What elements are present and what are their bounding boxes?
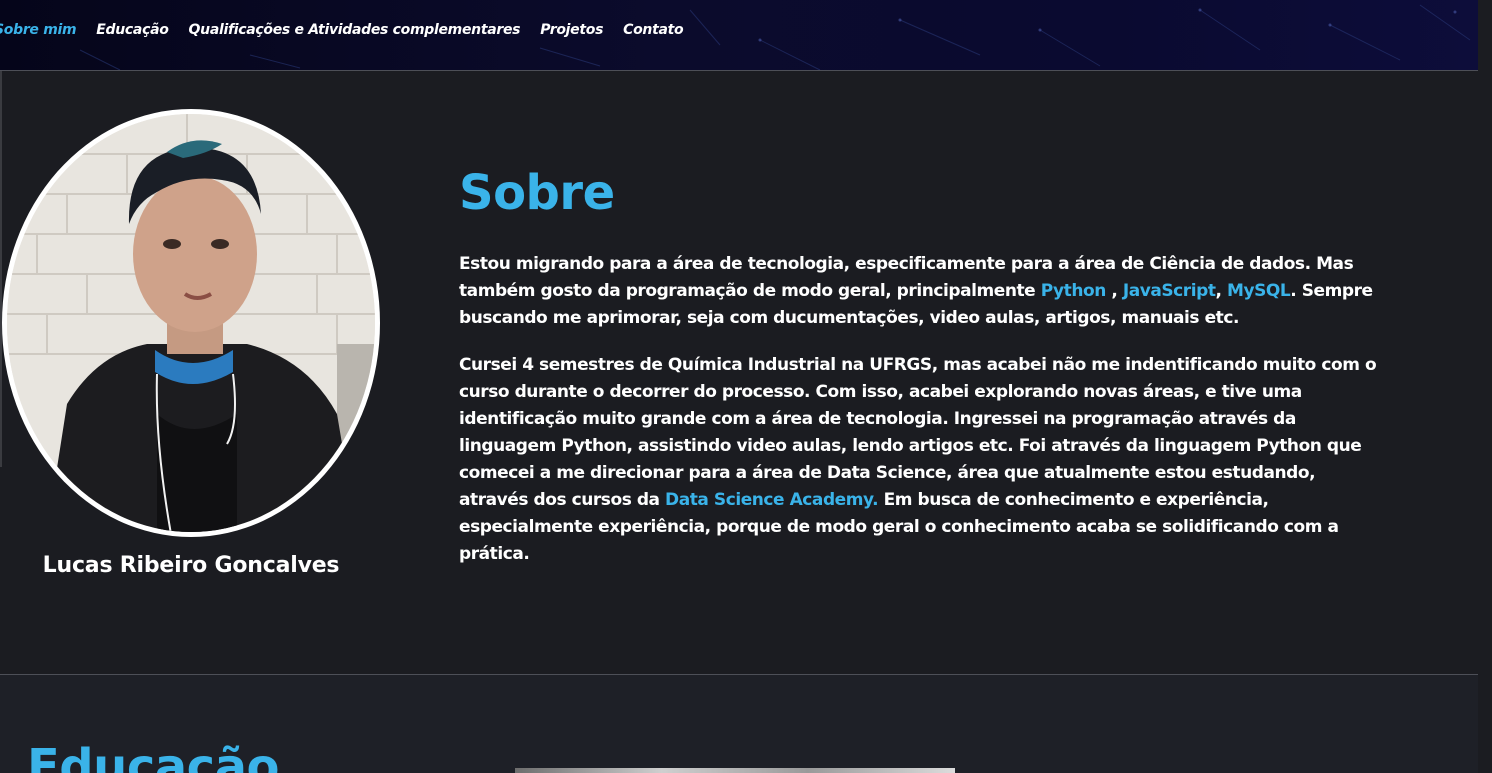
education-title: Educação bbox=[27, 739, 279, 773]
profile-photo-image bbox=[7, 114, 375, 532]
top-navbar: Sobre mim Educação Qualificações e Ativi… bbox=[0, 0, 1478, 71]
about-description: Estou migrando para a área de tecnologia… bbox=[459, 251, 1389, 588]
left-edge-divider bbox=[0, 71, 2, 467]
data-science-academy-link[interactable]: Data Science Academy. bbox=[665, 490, 879, 510]
about-p2-text-1: Cursei 4 semestres de Química Industrial… bbox=[459, 355, 1377, 510]
page-viewport: Sobre mim Educação Qualificações e Ativi… bbox=[0, 0, 1478, 773]
about-paragraph-1: Estou migrando para a área de tecnologia… bbox=[459, 251, 1389, 332]
nav-item-sobre-mim[interactable]: Sobre mim bbox=[0, 22, 77, 38]
nav-item-projetos[interactable]: Projetos bbox=[540, 22, 603, 38]
nav-item-contato[interactable]: Contato bbox=[623, 22, 684, 38]
about-p1-text-3: , bbox=[1215, 281, 1227, 301]
javascript-link[interactable]: JavaScript bbox=[1123, 281, 1216, 301]
about-title: Sobre bbox=[459, 165, 615, 221]
education-section: Educação bbox=[0, 675, 1478, 773]
mysql-link[interactable]: MySQL bbox=[1227, 281, 1291, 301]
nav-menu: Sobre mim Educação Qualificações e Ativi… bbox=[0, 22, 684, 38]
nav-item-educacao[interactable]: Educação bbox=[96, 22, 169, 38]
profile-name: Lucas Ribeiro Goncalves bbox=[42, 553, 340, 578]
about-section: Lucas Ribeiro Goncalves Sobre Estou migr… bbox=[0, 71, 1478, 675]
python-link[interactable]: Python bbox=[1041, 281, 1107, 301]
about-paragraph-2: Cursei 4 semestres de Química Industrial… bbox=[459, 352, 1389, 568]
nav-item-qualificacoes[interactable]: Qualificações e Atividades complementare… bbox=[189, 22, 521, 38]
about-p1-text-2: , bbox=[1105, 281, 1123, 301]
profile-photo bbox=[2, 109, 380, 537]
education-image bbox=[515, 768, 955, 773]
